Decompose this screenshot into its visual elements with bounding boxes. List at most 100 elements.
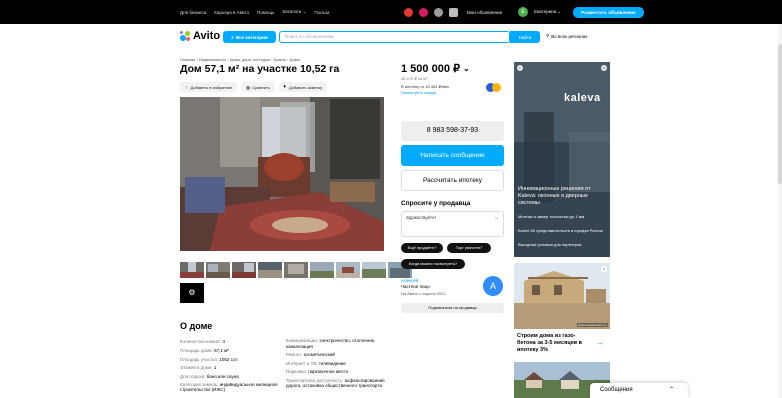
region-label: Во всех регионах <box>551 33 588 39</box>
search-input[interactable]: Поиск по объявлениям <box>279 31 510 43</box>
property-key: Ремонт: <box>286 352 304 357</box>
find-button[interactable]: Найти <box>510 31 540 43</box>
property-value: 57,1 м² <box>214 347 229 353</box>
ad-caption: Строим дома из газо-бетона за 3-5 месяце… <box>517 333 583 353</box>
add-note-button[interactable]: ▘ Добавить заметку <box>278 82 328 92</box>
ask-seller-title: Спросите у продавца <box>401 200 471 207</box>
property-value: телевидение <box>318 360 346 366</box>
top-navigation-bar: Для бизнеса Карьера в Авито Помощь Катал… <box>0 0 782 24</box>
scrollbar-thumb[interactable] <box>778 44 782 184</box>
avito-logo[interactable]: Avito <box>180 30 220 42</box>
main-photo[interactable] <box>180 97 384 251</box>
user-avatar[interactable]: Е <box>518 7 529 17</box>
house-construction-ad[interactable]: × www.mospromdom.ru Строим дома из газо-… <box>514 263 610 358</box>
property-value: 1052 сот. <box>219 356 239 362</box>
mortgage-discounts-link[interactable]: Посмотреть скидки <box>401 90 449 96</box>
seller-avatar[interactable]: А <box>483 276 503 296</box>
top-link-catalogs[interactable]: Каталоги ⌄ <box>282 9 306 15</box>
location-pin-icon: ⚲ <box>546 33 550 38</box>
top-link-benefit[interactable]: Польза <box>314 10 329 15</box>
thumbnail[interactable] <box>362 262 386 278</box>
thumbnail[interactable] <box>206 262 230 278</box>
property-key: Парковка: <box>286 369 309 374</box>
top-link-career[interactable]: Карьера в Авито <box>214 10 249 15</box>
compare-button[interactable]: ▦ Сравнить <box>241 82 275 92</box>
mortgage-text: В ипотеку от 15 481 ₽/мес <box>401 84 450 89</box>
ad-point: Выгодные условия для партнеров <box>518 242 582 247</box>
seller-type: Частное лицо <box>401 284 430 289</box>
thumbnail[interactable] <box>284 262 308 278</box>
property-row: Площадь участка: 1052 сот. <box>180 356 280 365</box>
property-row: Этажей в доме: 1 <box>180 364 280 373</box>
top-link-help[interactable]: Помощь <box>257 10 274 15</box>
all-categories-button[interactable]: ⌕ Все категории <box>223 31 276 43</box>
subscribe-seller-button[interactable]: Подписаться на продавца <box>401 303 504 313</box>
property-value: косметический <box>303 352 335 357</box>
property-row: Ремонт: косметический <box>286 352 386 358</box>
thumbnail[interactable] <box>180 262 204 278</box>
room-photo-image <box>180 97 384 251</box>
thumbnail[interactable] <box>336 262 360 278</box>
region-selector[interactable]: ⚲ Во всех регионах <box>546 33 587 39</box>
top-user-area: Мои объявления Е Екатерина ⌄ Разместить … <box>404 0 644 24</box>
property-value: баня или сауна <box>206 374 239 380</box>
add-note-label: Добавить заметку <box>288 84 323 90</box>
house-construction-image <box>514 263 610 329</box>
property-key: Для отдыха: <box>180 374 207 380</box>
user-name-menu[interactable]: Екатерина ⌄ <box>534 9 561 15</box>
chevron-down-icon[interactable]: ⌄ <box>463 64 470 73</box>
price: 1 500 000 ₽ ⌄ <box>401 62 470 75</box>
ad-house-image: × www.mospromdom.ru <box>514 263 610 329</box>
page-scrollbar[interactable] <box>778 24 782 398</box>
arrow-right-icon[interactable]: → <box>596 338 604 347</box>
page-title: Дом 57,1 м² на участке 10,52 га <box>180 63 340 75</box>
thumbnail[interactable] <box>258 262 282 278</box>
about-properties-left: Количество комнат: 3 Площадь дома: 57,1 … <box>180 338 280 393</box>
ad-close-icon[interactable]: × <box>601 266 607 272</box>
ad-info-icon[interactable]: i <box>517 65 523 71</box>
heart-outline-icon: ♡ <box>185 84 189 90</box>
video-play-button[interactable]: ⚙ <box>180 283 204 303</box>
property-row: Парковка: парковочное место <box>286 369 386 375</box>
compare-label: Сравнить <box>252 84 270 90</box>
seller-since: На Авито с апреля 2022 <box>401 291 446 296</box>
add-favorite-button[interactable]: ♡ Добавить в избранное <box>180 82 238 92</box>
post-ad-button[interactable]: Разместить объявление <box>573 6 644 18</box>
cart-icon[interactable] <box>449 7 458 17</box>
notifications-icon[interactable] <box>419 7 428 17</box>
kaleva-ad-banner[interactable]: i × kaleva Инновационные решения от Kale… <box>514 62 610 257</box>
chevron-up-icon: ⌃ <box>668 387 674 393</box>
my-ads-link[interactable]: Мои объявления <box>467 10 502 15</box>
top-links: Для бизнеса Карьера в Авито Помощь Катал… <box>180 0 330 24</box>
breadcrumb[interactable]: Главная › Недвижимость › Дома, дачи, кот… <box>180 57 300 62</box>
quick-question-chip[interactable]: Когда можно посмотреть? <box>401 259 465 269</box>
quick-question-chip[interactable]: Торг уместен? <box>447 243 491 253</box>
quick-question-chip[interactable]: Ещё продаёте? <box>401 243 443 253</box>
send-icon[interactable]: ➢ <box>494 215 499 222</box>
bank-logos-icon <box>486 83 502 93</box>
heart-icon[interactable] <box>404 7 413 17</box>
calculate-mortgage-button[interactable]: Рассчитать ипотеку <box>401 170 504 191</box>
property-key: Транспортная доступность: <box>286 377 345 383</box>
property-row: Коммуникации: электричество, отопление, … <box>286 338 386 349</box>
property-key: Коммуникации: <box>286 338 320 343</box>
top-link-business[interactable]: Для бизнеса <box>180 10 206 15</box>
show-phone-button[interactable]: 8 983 598-37-93 <box>401 121 504 141</box>
add-favorite-label: Добавить в избранное <box>190 84 233 90</box>
about-title: О доме <box>180 321 213 331</box>
listing-actions: ♡ Добавить в избранное ▦ Сравнить ▘ Доба… <box>180 82 328 92</box>
top-link-catalogs-label: Каталоги <box>282 9 302 14</box>
property-key: Площадь дома: <box>180 347 215 353</box>
gear-icon: ⚙ <box>188 288 196 297</box>
chat-icon[interactable] <box>434 7 443 17</box>
thumbnail[interactable] <box>310 262 334 278</box>
property-row: Площадь дома: 57,1 м² <box>180 347 280 356</box>
messages-panel-toggle[interactable]: Сообщения ⌃ <box>590 383 688 398</box>
ad-close-icon[interactable]: × <box>601 65 607 71</box>
compare-icon: ▦ <box>246 84 251 90</box>
write-message-button[interactable]: Написать сообщение <box>401 145 504 166</box>
ad-headline: Инновационные решения от Kaleva: оконные… <box>518 186 591 206</box>
thumbnail[interactable] <box>232 262 256 278</box>
property-row: Интернет и ТВ: телевидение <box>286 361 386 367</box>
ask-seller-input[interactable]: Здравствуйте! ➢ <box>401 211 504 237</box>
